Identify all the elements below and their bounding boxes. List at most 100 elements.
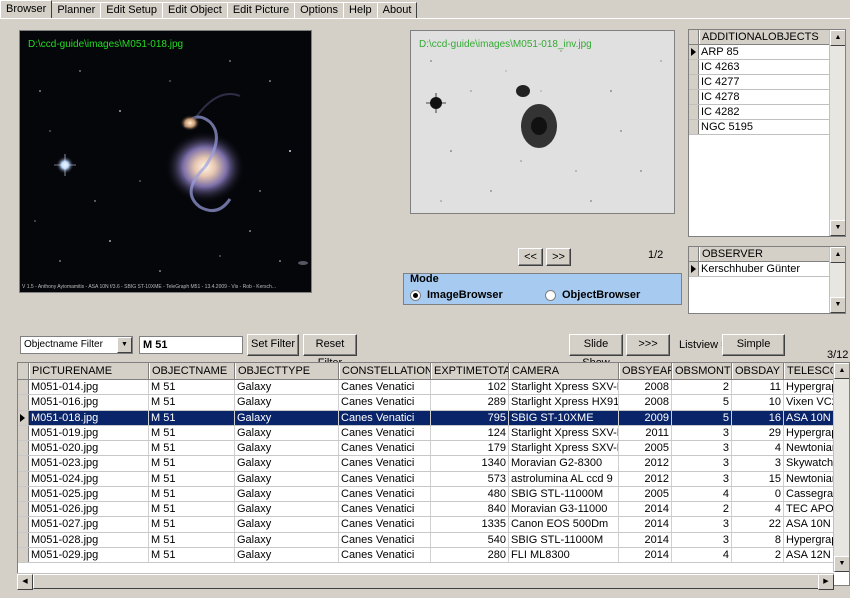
tab-browser[interactable]: Browser: [0, 0, 53, 18]
table-cell[interactable]: 3: [672, 425, 732, 440]
tab-planner[interactable]: Planner: [51, 2, 102, 18]
table-cell[interactable]: Galaxy: [235, 410, 339, 425]
table-cell[interactable]: Cassegrain: [784, 486, 835, 501]
table-cell[interactable]: 2: [672, 502, 732, 517]
scroll-thumb[interactable]: [33, 574, 819, 589]
table-cell[interactable]: FLI ML8300: [509, 547, 619, 562]
table-cell[interactable]: M 51: [149, 547, 235, 562]
table-cell[interactable]: Newtonian: [784, 441, 835, 456]
table-cell[interactable]: Galaxy: [235, 547, 339, 562]
table-cell[interactable]: Canes Venatici: [339, 532, 431, 547]
scroll-up-arrow-icon[interactable]: ▲: [830, 30, 845, 46]
table-cell[interactable]: 840: [431, 502, 509, 517]
table-cell[interactable]: 2012: [619, 456, 672, 471]
table-cell[interactable]: 573: [431, 471, 509, 486]
table-cell[interactable]: Starlight Xpress SXV-H9: [509, 425, 619, 440]
table-cell[interactable]: Galaxy: [235, 532, 339, 547]
table-cell[interactable]: TEC APO 14: [784, 502, 835, 517]
table-cell[interactable]: 1335: [431, 517, 509, 532]
table-row[interactable]: M051-019.jpg M 51 Galaxy Canes Venatici 124 S…: [18, 425, 849, 441]
table-row[interactable]: M051-023.jpg M 51 Galaxy Canes Venatici 1340…: [18, 456, 849, 472]
column-header[interactable]: OBSDAY: [732, 363, 784, 379]
table-cell[interactable]: 2014: [619, 517, 672, 532]
filter-value-input[interactable]: [139, 336, 243, 354]
table-row[interactable]: M051-027.jpg M 51 Galaxy Canes Venatici 1335…: [18, 517, 849, 533]
column-header[interactable]: OBJECTTYPE: [235, 363, 339, 379]
table-row[interactable]: M051-020.jpg M 51 Galaxy Canes Venatici 179 S…: [18, 441, 849, 457]
table-cell[interactable]: M051-028.jpg: [29, 532, 149, 547]
table-cell[interactable]: Hypergraph: [784, 532, 835, 547]
scroll-up-arrow-icon[interactable]: ▲: [834, 363, 849, 379]
table-cell[interactable]: 15: [732, 471, 784, 486]
table-cell[interactable]: ASA 10N f 3: [784, 410, 835, 425]
table-cell[interactable]: M051-016.jpg: [29, 395, 149, 410]
table-cell[interactable]: 2014: [619, 502, 672, 517]
row-indicator[interactable]: [18, 547, 29, 562]
table-cell[interactable]: M 51: [149, 425, 235, 440]
tab-about[interactable]: About: [376, 2, 418, 18]
table-cell[interactable]: M051-018.jpg: [29, 410, 149, 425]
table-row[interactable]: M051-024.jpg M 51 Galaxy Canes Venatici 573 a…: [18, 471, 849, 487]
table-cell[interactable]: Skywatcher: [784, 456, 835, 471]
table-cell[interactable]: 289: [431, 395, 509, 410]
table-cell[interactable]: ASA 12N f 3: [784, 547, 835, 562]
table-cell[interactable]: 480: [431, 486, 509, 501]
row-indicator[interactable]: [18, 380, 29, 395]
table-cell[interactable]: Galaxy: [235, 502, 339, 517]
scroll-down-arrow-icon[interactable]: ▼: [830, 220, 845, 236]
table-cell[interactable]: 10: [732, 395, 784, 410]
row-indicator[interactable]: [18, 532, 29, 547]
next-image-button[interactable]: >>: [546, 248, 571, 266]
table-cell[interactable]: Galaxy: [235, 395, 339, 410]
table-cell[interactable]: Hypergraph: [784, 425, 835, 440]
table-cell[interactable]: 2008: [619, 380, 672, 395]
table-cell[interactable]: Canes Venatici: [339, 395, 431, 410]
table-cell[interactable]: 4: [732, 502, 784, 517]
table-cell[interactable]: 3: [672, 441, 732, 456]
table-cell[interactable]: M051-026.jpg: [29, 502, 149, 517]
table-cell[interactable]: 102: [431, 380, 509, 395]
main-image-panel[interactable]: D:\ccd-guide\images\M051-018.jpg V 1.5 -…: [19, 30, 312, 293]
table-cell[interactable]: 4: [732, 441, 784, 456]
table-horizontal-scrollbar[interactable]: ◀ ▶: [17, 573, 834, 590]
table-cell[interactable]: 5: [672, 395, 732, 410]
table-cell[interactable]: 2005: [619, 441, 672, 456]
column-header[interactable]: TELESCOP: [784, 363, 835, 379]
table-cell[interactable]: SBIG STL-11000M: [509, 532, 619, 547]
table-cell[interactable]: Canes Venatici: [339, 547, 431, 562]
table-cell[interactable]: M051-019.jpg: [29, 425, 149, 440]
tab-edit-setup[interactable]: Edit Setup: [100, 2, 164, 18]
table-cell[interactable]: M051-027.jpg: [29, 517, 149, 532]
column-header[interactable]: OBJECTNAME: [149, 363, 235, 379]
table-cell[interactable]: Canes Venatici: [339, 441, 431, 456]
table-cell[interactable]: M 51: [149, 532, 235, 547]
column-header[interactable]: OBSYEAR: [619, 363, 672, 379]
table-cell[interactable]: M 51: [149, 395, 235, 410]
table-cell[interactable]: Moravian G2-8300: [509, 456, 619, 471]
table-cell[interactable]: 8: [732, 532, 784, 547]
table-cell[interactable]: 2014: [619, 532, 672, 547]
row-indicator[interactable]: [18, 456, 29, 471]
row-indicator[interactable]: [18, 502, 29, 517]
table-cell[interactable]: M 51: [149, 410, 235, 425]
column-header[interactable]: CAMERA: [509, 363, 619, 379]
slide-show-button[interactable]: Slide Show: [569, 334, 623, 369]
scroll-down-arrow-icon[interactable]: ▼: [834, 556, 849, 572]
prev-image-button[interactable]: <<: [518, 248, 543, 266]
table-cell[interactable]: M051-020.jpg: [29, 441, 149, 456]
table-row[interactable]: M051-016.jpg M 51 Galaxy Canes Venatici 289 S…: [18, 395, 849, 411]
table-cell[interactable]: Canes Venatici: [339, 502, 431, 517]
table-cell[interactable]: Starlight Xpress SXV-H9: [509, 380, 619, 395]
table-cell[interactable]: Galaxy: [235, 425, 339, 440]
table-cell[interactable]: M051-024.jpg: [29, 471, 149, 486]
table-cell[interactable]: Newtonian: [784, 471, 835, 486]
pictures-table[interactable]: PICTURENAME OBJECTNAME OBJECTTYPE CONSTE…: [17, 362, 850, 586]
table-row[interactable]: M051-028.jpg M 51 Galaxy Canes Venatici 540 S…: [18, 532, 849, 548]
table-cell[interactable]: 540: [431, 532, 509, 547]
table-cell[interactable]: astrolumina AL ccd 9: [509, 471, 619, 486]
list-item[interactable]: ARP 85: [689, 45, 845, 60]
table-cell[interactable]: Canes Venatici: [339, 517, 431, 532]
table-cell[interactable]: Canes Venatici: [339, 456, 431, 471]
table-cell[interactable]: 2: [672, 380, 732, 395]
observer-grid[interactable]: OBSERVER Kerschhuber Günter ▲ ▼: [688, 246, 846, 314]
